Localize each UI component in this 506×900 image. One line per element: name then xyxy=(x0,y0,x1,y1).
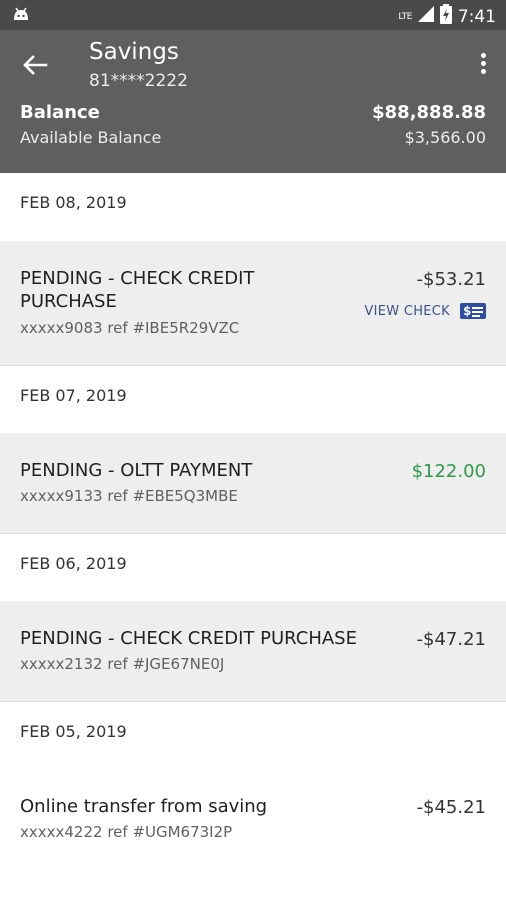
status-time: 7:41 xyxy=(457,6,496,27)
balance-label: Balance xyxy=(20,102,100,123)
view-check-button[interactable]: VIEW CHECK $ xyxy=(364,303,486,319)
transaction-amount: -$47.21 xyxy=(416,629,486,650)
transaction-description: PENDING - CHECK CREDIT PURCHASE xyxy=(20,268,255,312)
status-bar: LTE 7:41 xyxy=(0,0,506,30)
transaction-ref: xxxxx2132 ref #JGE67NE0J xyxy=(20,655,225,673)
available-balance-label: Available Balance xyxy=(20,128,162,147)
date-header: FEB 08, 2019 xyxy=(0,173,506,241)
more-vert-icon xyxy=(478,53,488,74)
balance-value: $88,888.88 xyxy=(372,102,486,123)
transaction-amount: -$53.21 xyxy=(416,269,486,290)
check-icon: $ xyxy=(460,303,486,319)
view-check-label: VIEW CHECK xyxy=(364,303,450,319)
transaction-row[interactable]: PENDING - CHECK CREDIT PURCHASE xxxxx908… xyxy=(0,241,506,365)
transaction-ref: xxxxx4222 ref #UGM673I2P xyxy=(20,823,233,841)
back-button[interactable] xyxy=(20,52,50,78)
transaction-row[interactable]: PENDING - CHECK CREDIT PURCHASE xxxxx213… xyxy=(0,601,506,701)
android-notification-icon xyxy=(12,6,30,26)
transaction-description: PENDING - CHECK CREDIT PURCHASE xyxy=(20,628,357,649)
page-title: Savings xyxy=(89,39,179,65)
date-header: FEB 07, 2019 xyxy=(0,365,506,433)
transaction-list: FEB 08, 2019 PENDING - CHECK CREDIT PURC… xyxy=(0,173,506,869)
battery-icon xyxy=(439,4,452,29)
account-number: 81****2222 xyxy=(89,71,188,91)
transaction-description: PENDING - OLTT PAYMENT xyxy=(20,460,253,481)
transaction-description: Online transfer from saving xyxy=(20,796,268,817)
account-header: Savings 81****2222 Balance $88,888.88 Av… xyxy=(0,30,506,173)
date-header: FEB 05, 2019 xyxy=(0,701,506,769)
arrow-back-icon xyxy=(23,55,48,75)
overflow-menu-button[interactable] xyxy=(478,53,488,79)
transaction-amount: -$45.21 xyxy=(416,797,486,818)
available-balance-value: $3,566.00 xyxy=(404,128,486,147)
transaction-ref: xxxxx9133 ref #EBE5Q3MBE xyxy=(20,487,238,505)
date-header: FEB 06, 2019 xyxy=(0,533,506,601)
transaction-row[interactable]: PENDING - OLTT PAYMENT xxxxx9133 ref #EB… xyxy=(0,433,506,533)
transaction-row[interactable]: Online transfer from saving xxxxx4222 re… xyxy=(0,769,506,869)
transaction-amount: $122.00 xyxy=(411,461,486,482)
network-type: LTE xyxy=(398,11,412,22)
transaction-ref: xxxxx9083 ref #IBE5R29VZC xyxy=(20,319,240,337)
signal-icon xyxy=(417,6,434,27)
